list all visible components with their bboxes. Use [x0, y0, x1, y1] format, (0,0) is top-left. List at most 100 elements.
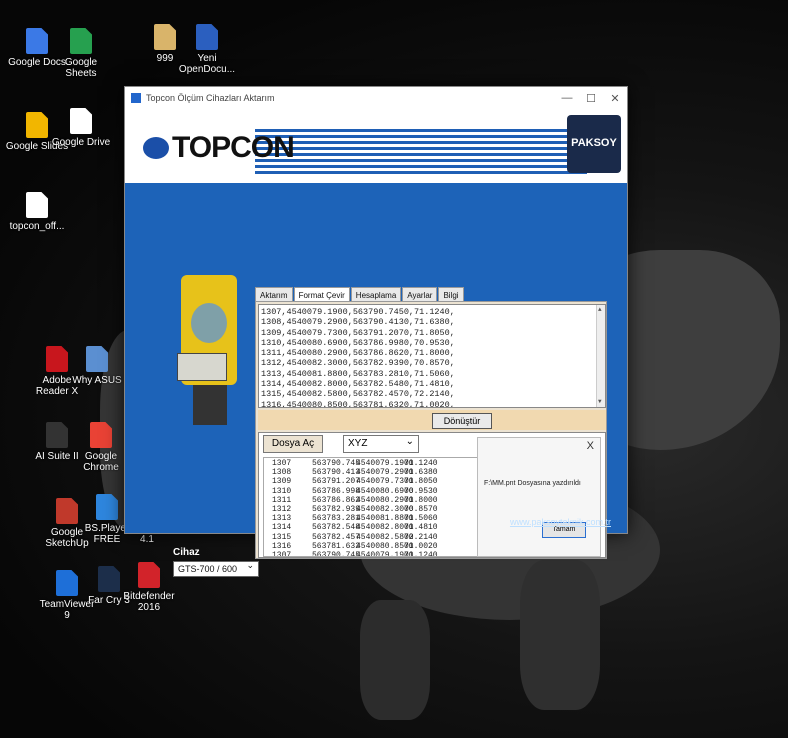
table-cell: 4540079.2900 [356, 468, 414, 478]
table-row: 1307 563790.745 4540079.1900 71.1240 [272, 551, 490, 557]
raw-line: 1307,4540079.1900,563790.7450,71.1240, [261, 307, 455, 317]
table-cell: 563791.207 [312, 477, 361, 487]
desktop-icon-label: Why ASUS [72, 375, 122, 386]
app-icon [131, 93, 141, 103]
table-cell: 563783.281 [312, 514, 361, 524]
table-cell: 71.1240 [404, 551, 438, 557]
raw-line: 1311,4540080.2900,563786.8620,71.8000, [261, 348, 455, 359]
bitdefender-icon [138, 562, 160, 588]
header-banner: TOPCON PAKSOY [125, 109, 627, 183]
raw-line: 1315,4540082.5800,563782.4570,72.2140, [261, 389, 455, 400]
table-row: 1309 563791.207 4540079.7300 71.8050 [272, 477, 490, 486]
table-cell: 563790.745 [312, 459, 361, 468]
table-cell: 71.1240 [404, 459, 438, 468]
google-slides-icon [26, 112, 48, 138]
table-cell: 71.8050 [404, 477, 438, 487]
desktop-icon-3[interactable]: Yeni OpenDocu... [174, 24, 240, 75]
table-cell: 563782.939 [312, 505, 361, 515]
table-cell: 4540082.5800 [356, 532, 414, 542]
table-cell: 4540081.8800 [356, 514, 414, 524]
table-cell: 1308 [272, 468, 292, 478]
message-dialog: X F:\MM.pnt Dosyasına yazdırıldı Tamam [477, 437, 601, 557]
maximize-button[interactable]: ☐ [579, 92, 603, 105]
google-docs-icon [26, 28, 48, 54]
table-cell: 1313 [272, 514, 292, 524]
table-cell: 71.5060 [404, 514, 438, 524]
desktop-icon-label: Bitdefender [123, 591, 175, 602]
folder-icon [154, 24, 176, 50]
table-row: 1313 563783.281 4540081.8800 71.5060 [272, 514, 490, 523]
raw-line: 1316,4540080.8500,563781.6320,71.0020, [261, 399, 455, 408]
dialog-close-button[interactable]: X [587, 440, 594, 452]
open-file-button[interactable]: Dosya Aç [263, 435, 323, 453]
dialog-message: F:\MM.pnt Dosyasına yazdırıldı [484, 480, 581, 487]
google-sheets-icon [70, 28, 92, 54]
table-cell: 4540079.1900 [356, 551, 414, 557]
output-area: Dosya Aç XYZ 1307563790.7454540079.19007… [258, 432, 606, 558]
table-cell: 1307 [272, 459, 292, 468]
table-cell: 71.4810 [404, 523, 438, 533]
table-cell: 4540079.1900 [356, 459, 414, 468]
table-cell: 4540082.3000 [356, 505, 414, 515]
table-cell: 563782.457 [312, 532, 361, 542]
topcon-window: Topcon Ölçüm Cihazları Aktarım — ☐ ✕ TOP… [124, 86, 628, 577]
table-cell: 1309 [272, 477, 292, 487]
table-cell: 1312 [272, 505, 292, 515]
table-row: 1316 563781.632 4540080.8500 71.0020 [272, 542, 490, 551]
desktop-icon-label: 9 [64, 610, 70, 621]
table-cell: 4540080.6900 [356, 486, 414, 496]
table-cell: 70.8570 [404, 505, 438, 515]
device-select[interactable]: GTS-700 / 600 [173, 560, 259, 577]
table-cell: 70.9530 [404, 486, 438, 496]
table-row: 1310 563786.998 4540080.6900 70.9530 [272, 487, 490, 496]
desktop-icon-1[interactable]: Google Sheets [48, 28, 114, 79]
table-row: 1311 563786.862 4540080.2900 71.8000 [272, 496, 490, 505]
paksoy-logo: PAKSOY [567, 115, 621, 173]
table-row: 1314 563782.548 4540082.8000 71.4810 [272, 523, 490, 532]
vertical-scrollbar[interactable] [596, 305, 605, 407]
table-row: 1312 563782.939 4540082.3000 70.8570 [272, 505, 490, 514]
minimize-button[interactable]: — [555, 92, 579, 105]
table-cell: 71.8000 [404, 495, 438, 505]
table-cell: 1310 [272, 486, 292, 496]
table-cell: 563790.413 [312, 468, 361, 478]
topcon-globe-icon [143, 137, 169, 159]
desktop-icon-label: 2016 [137, 602, 161, 613]
table-cell: 563786.998 [312, 486, 361, 496]
raw-data-textarea[interactable]: 1307,4540079.1900,563790.7450,71.1240, 13… [258, 304, 606, 408]
raw-line: 1308,4540079.2900,563790.4130,71.6380, [261, 317, 455, 328]
table-cell: 1316 [272, 541, 292, 551]
table-cell: 1314 [272, 523, 292, 533]
table-cell: 4540080.8500 [356, 541, 414, 551]
table-row: 1315 563782.457 4540082.5800 72.2140 [272, 533, 490, 542]
word-document-icon [196, 24, 218, 50]
close-button[interactable]: ✕ [603, 92, 627, 105]
table-cell: 1311 [272, 495, 292, 505]
format-select[interactable]: XYZ [343, 435, 419, 453]
table-cell: 71.0020 [404, 541, 438, 551]
table-cell: 563782.548 [312, 523, 361, 533]
dinosaur-wallpaper-leg2 [360, 600, 430, 720]
table-cell: 1307 [272, 551, 292, 557]
asus-icon [86, 346, 108, 372]
title-bar[interactable]: Topcon Ölçüm Cihazları Aktarım — ☐ ✕ [125, 87, 627, 109]
coordinate-list[interactable]: 1307 563790.745 4540079.1900 71.1240 1308 563… [263, 457, 491, 557]
website-link[interactable]: www.paksoyteknik.com.tr [510, 517, 611, 527]
convert-button[interactable]: Dönüştür [432, 413, 492, 429]
desktop-icon-label: Google [64, 57, 98, 68]
desktop-icon-6[interactable]: topcon_off... [4, 192, 70, 232]
table-cell: 72.2140 [404, 532, 438, 542]
table-cell: 71.6380 [404, 468, 438, 478]
desktop-icon-label: Sheets [65, 68, 97, 79]
table-cell: 563790.745 [312, 551, 361, 557]
desktop-icon-label: 4.1 [140, 534, 154, 545]
desktop-icon-8[interactable]: Why ASUS [64, 346, 130, 386]
raw-line: 1310,4540080.6900,563786.9980,70.9530, [261, 337, 455, 348]
desktop-icon-label: Yeni [197, 53, 217, 64]
raw-line: 1312,4540082.3000,563782.9390,70.8570, [261, 358, 455, 369]
table-cell: 4540080.2900 [356, 495, 414, 505]
table-cell: 563786.862 [312, 495, 361, 505]
main-panel: Cihaz GTS-700 / 600 AktarımFormat ÇevirH… [125, 183, 627, 577]
desktop-icon-5[interactable]: Google Drive [48, 108, 114, 148]
desktop-icon-label: topcon_off... [9, 221, 65, 232]
